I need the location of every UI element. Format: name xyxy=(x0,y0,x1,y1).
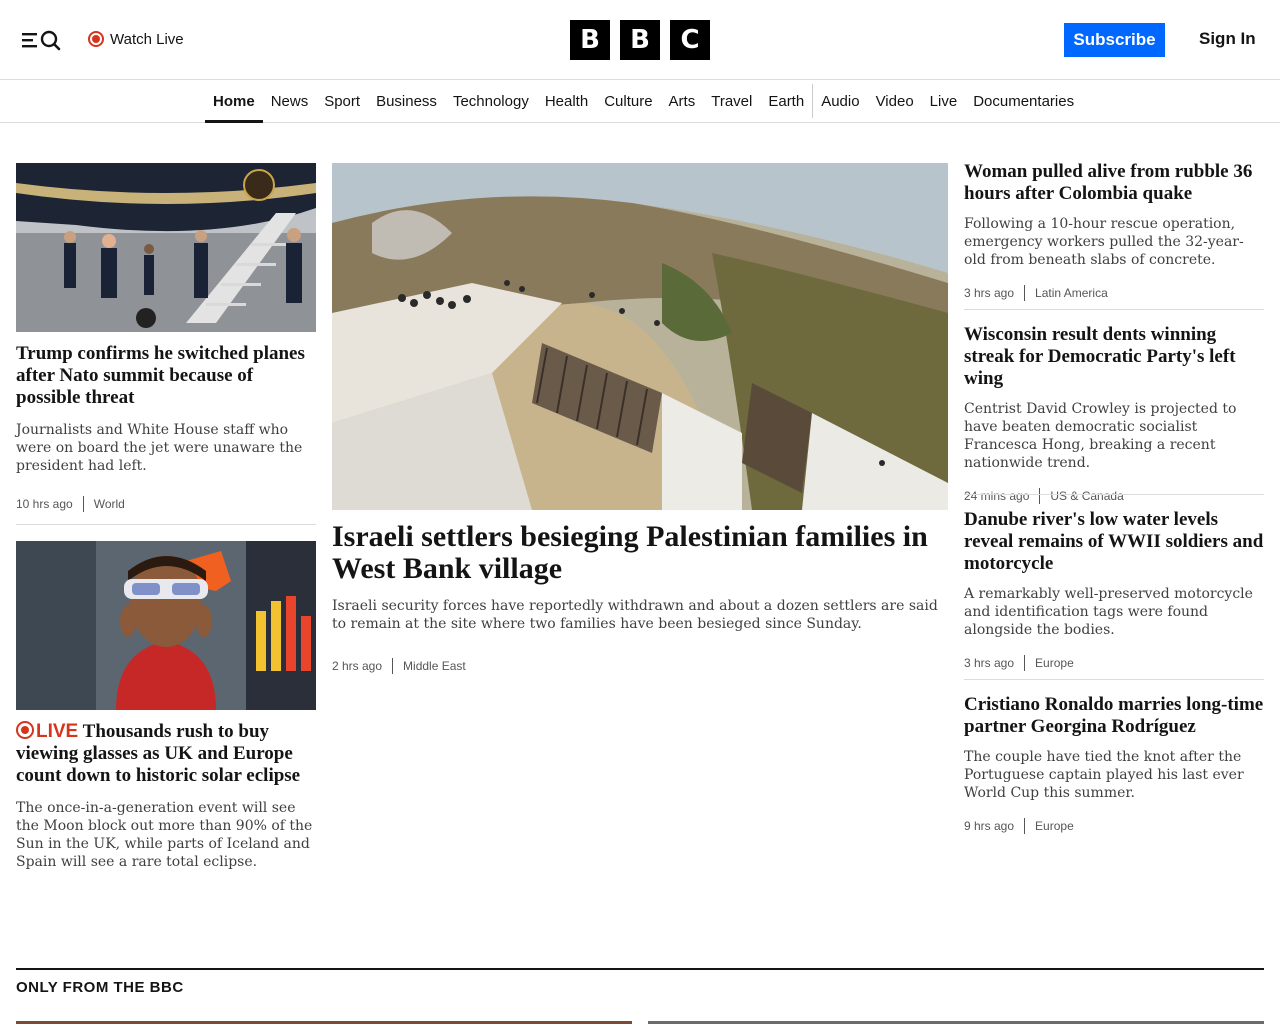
wisconsin-story-meta: 24 mins ago US & Canada xyxy=(964,488,1264,504)
main-nav: Home News Sport Business Technology Heal… xyxy=(0,80,1280,123)
masthead: Watch Live B B C Subscribe Sign In xyxy=(0,0,1280,80)
lead-story-headline[interactable]: Israeli settlers besieging Palestinian f… xyxy=(332,521,948,585)
plane-photo xyxy=(16,163,316,332)
menu-search-icon xyxy=(22,30,61,51)
nav-item-live[interactable]: Live xyxy=(922,80,966,122)
story-category-link[interactable]: Europe xyxy=(1035,656,1074,670)
meta-divider xyxy=(1039,488,1041,504)
danube-story-headline[interactable]: Danube river's low water levels reveal r… xyxy=(964,509,1264,575)
sign-in-link[interactable]: Sign In xyxy=(1199,29,1256,49)
trump-story-image[interactable] xyxy=(16,163,316,332)
watch-live-label: Watch Live xyxy=(110,30,184,48)
nav-item-earth[interactable]: Earth xyxy=(760,80,812,122)
lead-story-meta: 2 hrs ago Middle East xyxy=(332,658,466,674)
ronaldo-story-meta: 9 hrs ago Europe xyxy=(964,818,1264,834)
nav-item-documentaries[interactable]: Documentaries xyxy=(965,80,1082,122)
watch-live-link[interactable]: Watch Live xyxy=(88,29,184,49)
nav-item-travel[interactable]: Travel xyxy=(703,80,760,122)
story-divider xyxy=(16,524,316,525)
meta-divider xyxy=(1024,285,1026,301)
logo-letter: B xyxy=(570,20,610,60)
section-rule xyxy=(16,968,1264,970)
nav-item-video[interactable]: Video xyxy=(868,80,922,122)
trump-story-meta: 10 hrs ago World xyxy=(16,496,125,512)
live-indicator-icon xyxy=(88,31,104,47)
colombia-story-summary: Following a 10-hour rescue operation, em… xyxy=(964,216,1244,268)
eclipse-story-summary: The once-in-a-generation event will see … xyxy=(16,800,313,870)
story-category-link[interactable]: Latin America xyxy=(1035,286,1108,300)
danube-story-meta: 3 hrs ago Europe xyxy=(964,655,1264,671)
trump-story-headline[interactable]: Trump confirms he switched planes after … xyxy=(16,343,316,409)
menu-search-button[interactable] xyxy=(22,28,62,52)
eclipse-glasses-photo xyxy=(16,541,316,710)
bbc-logo[interactable]: B B C xyxy=(570,20,710,60)
meta-divider xyxy=(392,658,394,674)
story-divider xyxy=(964,494,1264,495)
lead-story-summary: Israeli security forces have reportedly … xyxy=(332,598,938,632)
nav-item-audio[interactable]: Audio xyxy=(812,84,867,118)
story-timestamp: 2 hrs ago xyxy=(332,659,383,673)
nav-item-culture[interactable]: Culture xyxy=(596,80,660,122)
live-icon xyxy=(16,721,34,739)
eclipse-story-image[interactable] xyxy=(16,541,316,710)
colombia-story: Woman pulled alive from rubble 36 hours … xyxy=(964,161,1264,301)
nav-item-business[interactable]: Business xyxy=(368,80,445,122)
logo-letter: B xyxy=(620,20,660,60)
story-category-link[interactable]: Europe xyxy=(1035,819,1074,833)
danube-story-summary: A remarkably well-preserved motorcycle a… xyxy=(964,586,1253,638)
subscribe-button[interactable]: Subscribe xyxy=(1064,23,1165,57)
section-title-only-from-bbc: ONLY FROM THE BBC xyxy=(16,979,184,996)
meta-divider xyxy=(82,496,84,512)
meta-divider xyxy=(1024,818,1026,834)
story-timestamp: 3 hrs ago xyxy=(964,286,1015,300)
meta-divider xyxy=(1024,655,1026,671)
nav-item-news[interactable]: News xyxy=(263,80,317,122)
trump-story-summary: Journalists and White House staff who we… xyxy=(16,422,303,474)
story-divider xyxy=(964,309,1264,310)
story-timestamp: 24 mins ago xyxy=(964,489,1030,503)
nav-item-technology[interactable]: Technology xyxy=(445,80,537,122)
story-category-link[interactable]: World xyxy=(94,497,125,511)
live-label: LIVE xyxy=(36,721,79,742)
ronaldo-story-summary: The couple have tied the knot after the … xyxy=(964,749,1244,801)
wisconsin-story-headline[interactable]: Wisconsin result dents winning streak fo… xyxy=(964,324,1264,390)
danube-story: Danube river's low water levels reveal r… xyxy=(964,509,1264,671)
story-category-link[interactable]: US & Canada xyxy=(1050,489,1123,503)
nav-item-sport[interactable]: Sport xyxy=(316,80,368,122)
west-bank-photo xyxy=(332,163,948,510)
eclipse-story-headline[interactable]: LIVE Thousands rush to buy viewing glass… xyxy=(16,721,316,787)
story-timestamp: 9 hrs ago xyxy=(964,819,1015,833)
colombia-story-headline[interactable]: Woman pulled alive from rubble 36 hours … xyxy=(964,161,1264,205)
story-timestamp: 3 hrs ago xyxy=(964,656,1015,670)
lead-story-image[interactable] xyxy=(332,163,948,510)
wisconsin-story: Wisconsin result dents winning streak fo… xyxy=(964,324,1264,504)
story-category-link[interactable]: Middle East xyxy=(403,659,466,673)
logo-letter: C xyxy=(670,20,710,60)
nav-item-arts[interactable]: Arts xyxy=(661,80,704,122)
story-timestamp: 10 hrs ago xyxy=(16,497,73,511)
ronaldo-story-headline[interactable]: Cristiano Ronaldo marries long-time part… xyxy=(964,694,1264,738)
wisconsin-story-summary: Centrist David Crowley is projected to h… xyxy=(964,401,1237,471)
colombia-story-meta: 3 hrs ago Latin America xyxy=(964,285,1264,301)
ronaldo-story: Cristiano Ronaldo marries long-time part… xyxy=(964,694,1264,834)
story-divider xyxy=(964,679,1264,680)
nav-item-home[interactable]: Home xyxy=(205,80,263,123)
live-badge: LIVE xyxy=(16,721,78,742)
nav-item-health[interactable]: Health xyxy=(537,80,596,122)
